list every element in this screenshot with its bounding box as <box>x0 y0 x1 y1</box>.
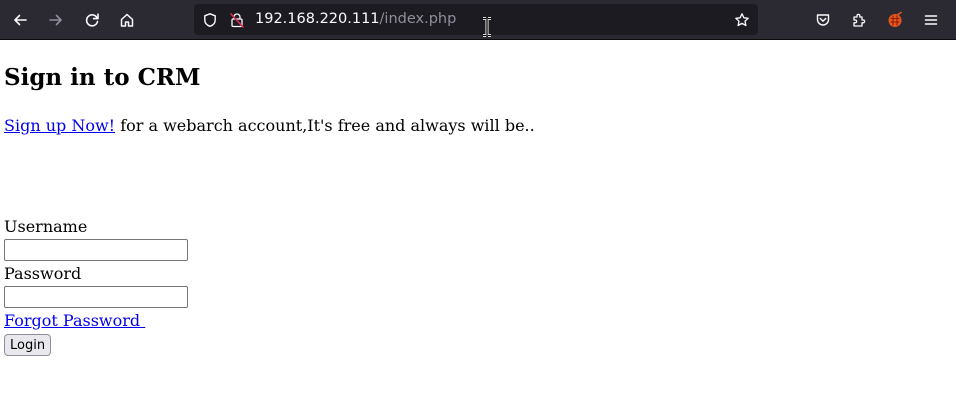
pocket-button[interactable] <box>807 4 839 36</box>
reload-button[interactable] <box>76 4 108 36</box>
extension-button[interactable] <box>879 4 911 36</box>
browser-toolbar: 192.168.220.111/index.php <box>0 0 956 40</box>
forward-button[interactable] <box>40 4 72 36</box>
back-button[interactable] <box>4 4 36 36</box>
insecure-lock-icon[interactable] <box>228 11 246 29</box>
home-button[interactable] <box>111 4 143 36</box>
hamburger-menu-icon <box>923 12 939 28</box>
url-text[interactable]: 192.168.220.111/index.php <box>255 10 456 29</box>
password-label: Password <box>4 264 82 283</box>
arrow-right-icon <box>48 12 64 28</box>
text-cursor-icon <box>481 17 493 37</box>
home-icon <box>119 12 135 28</box>
extensions-button[interactable] <box>843 4 875 36</box>
reload-icon <box>84 12 100 28</box>
password-field[interactable] <box>4 286 188 308</box>
signup-text: for a webarch account,It's free and alwa… <box>115 116 535 135</box>
page-title: Sign in to CRM <box>4 64 201 91</box>
pocket-icon <box>815 12 831 28</box>
star-icon[interactable] <box>733 11 751 29</box>
shield-icon[interactable] <box>201 11 219 29</box>
login-button[interactable]: Login <box>4 334 52 356</box>
address-bar[interactable]: 192.168.220.111/index.php <box>194 4 758 35</box>
arrow-left-icon <box>12 12 28 28</box>
username-field[interactable] <box>4 239 188 261</box>
extension-icon <box>886 11 904 29</box>
signup-link[interactable]: Sign up Now! <box>4 116 115 135</box>
username-label: Username <box>4 217 88 236</box>
forgot-password-link[interactable]: Forgot Password <box>4 311 145 331</box>
url-host: 192.168.220.111 <box>255 11 380 27</box>
app-menu-button[interactable] <box>915 4 947 36</box>
signup-line: Sign up Now! for a webarch account,It's … <box>4 116 535 136</box>
url-path: /index.php <box>379 11 457 27</box>
puzzle-icon <box>851 12 867 28</box>
